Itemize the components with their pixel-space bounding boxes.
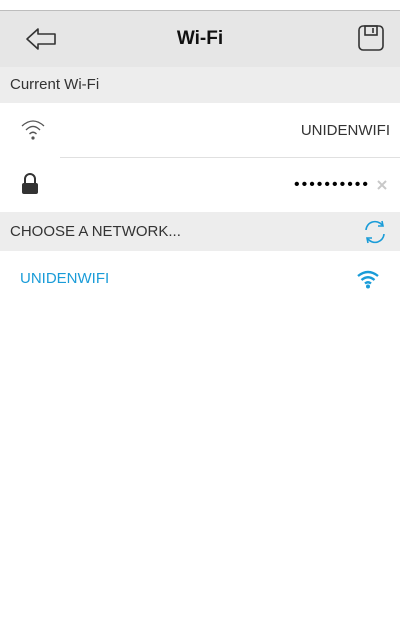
app-header: Wi-Fi <box>0 10 400 67</box>
current-ssid-row[interactable]: UNIDENWIFI <box>0 103 400 158</box>
network-list-item[interactable]: UNIDENWIFI <box>0 251 400 307</box>
current-ssid-value: UNIDENWIFI <box>300 122 390 139</box>
floppy-save-icon[interactable] <box>356 23 386 53</box>
section-current-wifi: Current Wi-Fi <box>0 67 400 103</box>
section-choose-network-label: CHOOSE A NETWORK... <box>10 223 181 240</box>
section-current-wifi-label: Current Wi-Fi <box>10 76 100 93</box>
lock-icon <box>20 172 40 196</box>
clear-x-icon[interactable] <box>376 178 388 190</box>
refresh-icon[interactable] <box>361 218 389 246</box>
wifi-signal-icon <box>356 269 380 289</box>
section-choose-network: CHOOSE A NETWORK... <box>0 212 400 251</box>
password-field[interactable]: •••••••••• <box>294 158 370 212</box>
page-title: Wi-Fi <box>176 28 224 49</box>
password-row[interactable]: •••••••••• <box>0 158 400 212</box>
network-name: UNIDENWIFI <box>20 270 110 287</box>
wifi-outline-icon <box>20 119 46 141</box>
status-bar <box>0 0 400 10</box>
